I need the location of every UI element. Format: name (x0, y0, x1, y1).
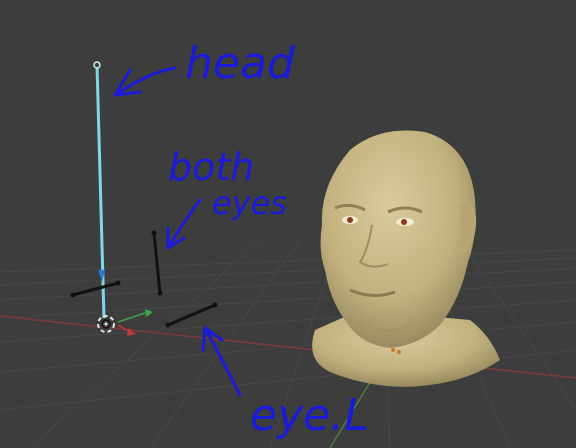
annotation-both: both (168, 145, 254, 189)
bone-eyes[interactable] (152, 232, 162, 294)
viewport-scene[interactable]: head both eyes eye.L (0, 0, 576, 448)
bone-head-tip[interactable] (93, 61, 101, 69)
head-mesh[interactable] (312, 130, 500, 387)
bone-root[interactable] (72, 281, 119, 297)
armature[interactable] (70, 61, 218, 328)
annotation-eye-l: eye.L (250, 390, 369, 441)
annotation-head: head (185, 38, 296, 89)
3d-viewport[interactable]: head both eyes eye.L (0, 0, 576, 448)
annotation-arrows (113, 66, 242, 397)
3d-cursor-icon[interactable] (97, 315, 115, 333)
annotation-eyes: eyes (212, 184, 287, 222)
bone-eye-l[interactable] (167, 303, 216, 327)
